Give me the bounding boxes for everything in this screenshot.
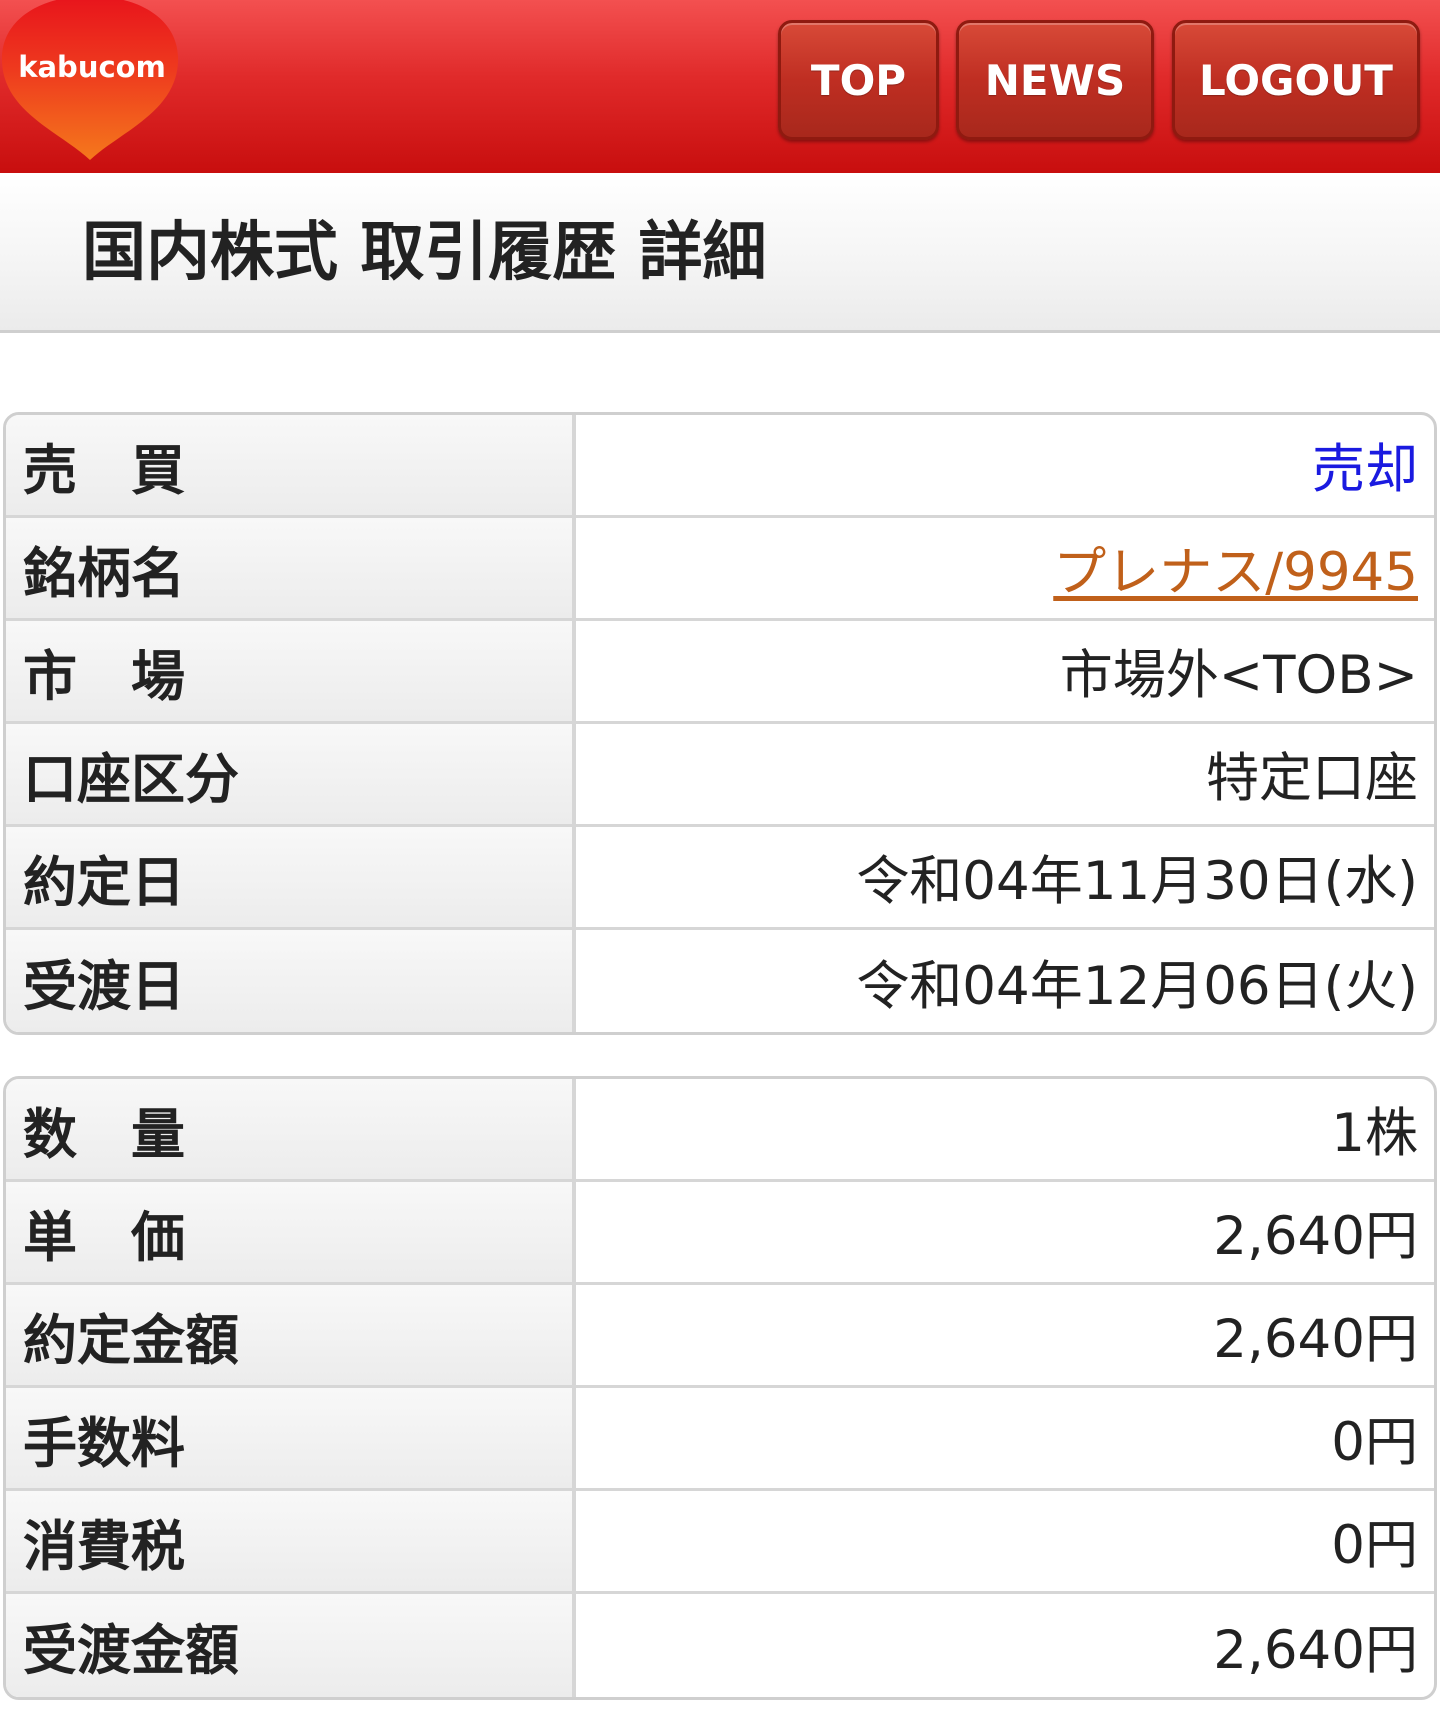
page-title-bar: 国内株式 取引履歴 詳細 [0,173,1440,333]
table-row-stock-name: 銘柄名 プレナス/9945 [6,518,1434,621]
top-button[interactable]: TOP [778,20,939,140]
table-row-settlement-amount: 受渡金額 2,640円 [6,1594,1434,1697]
row-value-account-type: 特定口座 [1206,748,1418,809]
row-label: 手数料 [6,1388,576,1488]
table-row-trade-date: 約定日 令和04年11月30日(水) [6,827,1434,930]
row-value-settlement-amount: 2,640円 [1213,1619,1418,1681]
row-label: 約定金額 [6,1285,576,1385]
row-value-stock-name: プレナス/9945 [580,518,1434,618]
row-label: 市 場 [6,621,576,721]
app-header: kabucom TOP NEWS LOGOUT [0,0,1440,173]
row-value-unit-price: 2,640円 [1213,1206,1418,1267]
row-label: 銘柄名 [6,518,576,618]
table-row-consumption-tax: 消費税 0円 [6,1491,1434,1594]
news-button[interactable]: NEWS [956,20,1154,140]
row-value-trade-date: 令和04年11月30日(水) [856,851,1418,912]
row-label: 受渡金額 [6,1594,576,1697]
row-label: 売 買 [6,415,576,515]
row-label: 単 価 [6,1182,576,1282]
row-value-quantity: 1株 [1331,1103,1418,1164]
table-row-quantity: 数 量 1株 [6,1079,1434,1182]
trade-info-table: 売 買 売却 銘柄名 プレナス/9945 市 場 市場外<TOB> 口座区分 特… [3,412,1437,1035]
row-label: 受渡日 [6,930,576,1032]
row-label: 数 量 [6,1079,576,1179]
row-value-trade-amount: 2,640円 [1213,1309,1418,1370]
row-value-consumption-tax: 0円 [1331,1515,1418,1576]
row-label: 約定日 [6,827,576,927]
kabucom-logo[interactable]: kabucom [0,0,180,165]
row-label: 口座区分 [6,724,576,824]
stock-name-link[interactable]: プレナス/9945 [1053,530,1418,606]
table-row-commission: 手数料 0円 [6,1388,1434,1491]
table-row-trade-amount: 約定金額 2,640円 [6,1285,1434,1388]
row-value-buy-sell: 売却 [1312,439,1418,500]
table-row-account-type: 口座区分 特定口座 [6,724,1434,827]
row-label: 消費税 [6,1491,576,1591]
row-value-commission: 0円 [1331,1412,1418,1473]
row-value-settlement-date: 令和04年12月06日(火) [856,955,1418,1017]
logo-text: kabucom [18,50,166,84]
table-row-unit-price: 単 価 2,640円 [6,1182,1434,1285]
row-value-market: 市場外<TOB> [1059,645,1418,706]
table-row-market: 市 場 市場外<TOB> [6,621,1434,724]
amount-info-table: 数 量 1株 単 価 2,640円 約定金額 2,640円 手数料 0円 消費税… [3,1076,1437,1700]
logout-button[interactable]: LOGOUT [1172,20,1420,140]
table-row-settlement-date: 受渡日 令和04年12月06日(火) [6,930,1434,1032]
page-title: 国内株式 取引履歴 詳細 [82,216,767,290]
table-row-buy-sell: 売 買 売却 [6,415,1434,518]
